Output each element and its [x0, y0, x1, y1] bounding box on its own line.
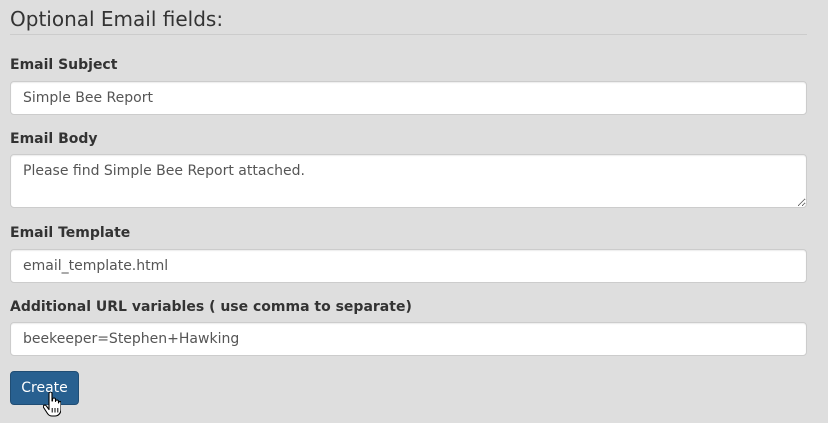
- email-body-textarea[interactable]: Please find Simple Bee Report attached.: [10, 154, 807, 208]
- url-variables-label: Additional URL variables ( use comma to …: [10, 299, 412, 315]
- email-body-label: Email Body: [10, 131, 98, 147]
- email-subject-label: Email Subject: [10, 57, 118, 73]
- email-body-group: Email Body Please find Simple Bee Report…: [10, 130, 807, 208]
- create-button[interactable]: Create: [10, 371, 79, 405]
- email-template-group: Email Template: [10, 224, 807, 283]
- email-template-input[interactable]: [10, 249, 807, 283]
- url-variables-group: Additional URL variables ( use comma to …: [10, 298, 807, 356]
- email-subject-group: Email Subject: [10, 56, 807, 115]
- email-subject-input[interactable]: [10, 81, 807, 115]
- section-title: Optional Email fields:: [10, 0, 807, 35]
- optional-email-form: Optional Email fields: Email Subject Ema…: [0, 0, 828, 423]
- email-template-label: Email Template: [10, 225, 131, 241]
- url-variables-input[interactable]: [10, 322, 807, 356]
